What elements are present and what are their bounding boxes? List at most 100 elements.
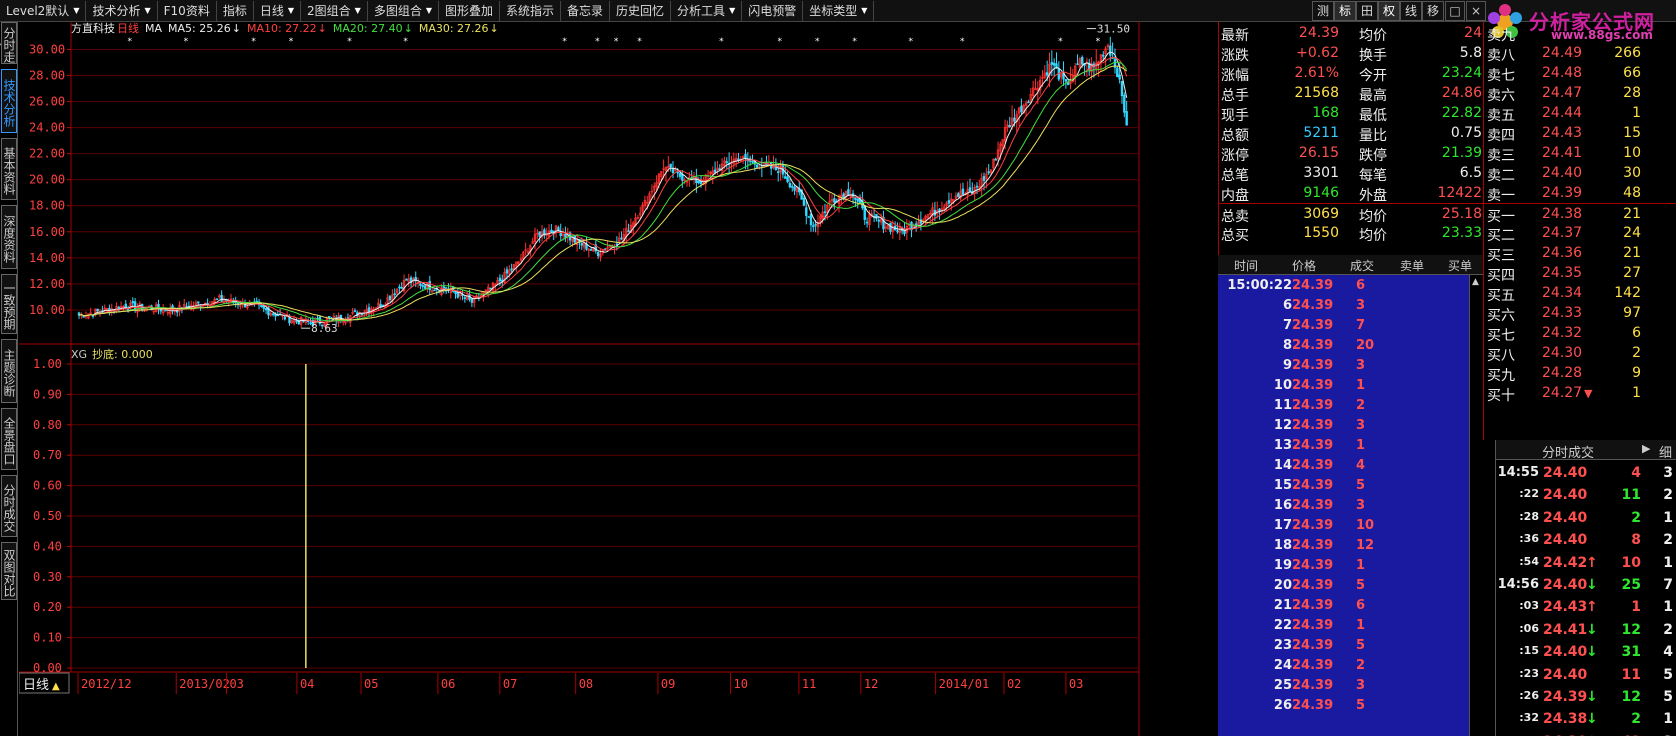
quote-row: 总笔 3301 每笔 6.5 — [1219, 163, 1484, 184]
price-tick-label: 10.00 — [29, 303, 65, 317]
sale-price: 24.40 — [1543, 577, 1588, 593]
tick-time: 15 — [1273, 478, 1292, 493]
dropdown-arrow-icon: ▼ — [354, 5, 361, 15]
menu-item-9[interactable]: 备忘录 — [561, 0, 611, 21]
quote-value-2: 6.5 — [1459, 165, 1482, 181]
book-row[interactable]: 买三 24.36 21 — [1484, 243, 1676, 264]
sale-volume: 31 — [1621, 644, 1641, 661]
left-tab-2[interactable]: 基本资料 — [1, 138, 17, 200]
book-volume: 97 — [1623, 305, 1641, 321]
left-tab-6[interactable]: 全景盘口 — [1, 408, 17, 470]
left-tab-7[interactable]: 分时成交 — [1, 475, 17, 537]
tool-tab-1[interactable]: 标 — [1334, 1, 1356, 21]
book-row[interactable]: 买五 24.34 142 — [1484, 283, 1676, 304]
sale-count: 2 — [1663, 621, 1673, 638]
price-tick-label: 26.00 — [29, 95, 65, 109]
quote-value: 21568 — [1294, 85, 1339, 101]
time-sales-detail-button[interactable]: 细 — [1659, 442, 1672, 461]
book-row[interactable]: 买九 24.28 9 — [1484, 363, 1676, 384]
book-row[interactable]: 买一 24.38 21 — [1484, 203, 1676, 225]
menu-item-13[interactable]: 坐标类型 ▼ — [803, 0, 875, 21]
tool-tab-3[interactable]: 权 — [1378, 1, 1400, 21]
quote-row: 涨跌 +0.62 换手 5.8 — [1219, 43, 1484, 64]
menu-item-2[interactable]: F10资料 — [158, 0, 217, 21]
book-row[interactable]: 卖一 24.39 48 — [1484, 183, 1676, 204]
left-tab-4[interactable]: 一致预期 — [1, 274, 17, 334]
menu-item-5[interactable]: 2图组合 ▼ — [301, 0, 368, 21]
tick-volume: 5 — [1356, 638, 1366, 653]
tick-row: 25 24.39 3 — [1218, 676, 1468, 696]
menu-item-4[interactable]: 日线 ▼ — [254, 0, 302, 21]
book-row[interactable]: 卖五 24.44 1 — [1484, 103, 1676, 124]
period-tab[interactable]: 日线 — [19, 672, 70, 694]
tick-list-panel[interactable]: 时间 价格 成交 卖单 买单 15:00:22 24.39 6 6 24.39 3 7 24.39 7 8… — [1218, 255, 1483, 736]
quote-value: 26.15 — [1298, 145, 1339, 161]
kline-chart-panel[interactable]: 30.00 28.00 26.00 24.00 22.00 20.00 18.00 16.00… — [19, 22, 1218, 736]
signal-star-icon: * — [595, 37, 600, 47]
quote-value: 24.39 — [1298, 25, 1339, 41]
book-row[interactable]: 卖三 24.41 10 — [1484, 143, 1676, 164]
book-row[interactable]: 卖六 24.47 28 — [1484, 83, 1676, 104]
quote-label-2: 均价 — [1359, 28, 1387, 44]
book-row[interactable]: 卖四 24.43 15 — [1484, 123, 1676, 144]
book-price: 24.39 — [1542, 185, 1583, 201]
sale-count: 1 — [1663, 554, 1673, 571]
period-up-icon: ▲ — [52, 681, 60, 692]
indicator-tick-label: 0.90 — [33, 387, 62, 401]
menu-item-10[interactable]: 历史回忆 — [610, 0, 672, 21]
book-row[interactable]: 买八 24.30 2 — [1484, 343, 1676, 364]
left-tab-8[interactable]: 双图对比 — [1, 542, 17, 600]
time-sales-row: :28 24.40 2 1 — [1496, 507, 1676, 529]
tick-list-scrollbar[interactable]: ▲ — [1469, 275, 1483, 736]
kline-chart-svg[interactable]: 30.00 28.00 26.00 24.00 22.00 20.00 18.00 16.00… — [19, 22, 1218, 736]
quote-value: 3069 — [1303, 206, 1339, 222]
time-sales-expand-button[interactable]: ▶ — [1642, 442, 1650, 455]
book-row[interactable]: 卖二 24.40 30 — [1484, 163, 1676, 184]
sale-count: 5 — [1663, 666, 1673, 683]
menu-item-1[interactable]: 技术分析 ▼ — [86, 0, 158, 21]
signal-star-icon: * — [184, 37, 189, 47]
menu-item-3[interactable]: 指标 — [217, 0, 254, 21]
signal-star-icon: * — [1096, 37, 1101, 47]
book-price: 24.49 — [1542, 45, 1583, 61]
tick-time: 24 — [1273, 658, 1292, 673]
menu-item-8[interactable]: 系统指示 — [500, 0, 562, 21]
quote-label-2: 今开 — [1359, 68, 1387, 84]
tool-tab-0[interactable]: 测 — [1312, 1, 1334, 21]
menu-item-11[interactable]: 分析工具 ▼ — [671, 0, 743, 21]
book-row[interactable]: 卖七 24.48 66 — [1484, 63, 1676, 84]
book-row[interactable]: 买四 24.35 27 — [1484, 263, 1676, 284]
menu-item-6[interactable]: 多图组合 ▼ — [368, 0, 439, 21]
book-row[interactable]: 买六 24.33 97 — [1484, 303, 1676, 324]
sale-time: :23 — [1519, 666, 1539, 680]
scroll-up-icon[interactable]: ▲ — [1472, 277, 1479, 287]
sale-time: :22 — [1519, 487, 1539, 501]
book-row[interactable]: 卖八 24.49 266 — [1484, 43, 1676, 64]
sale-volume: 2 — [1631, 711, 1641, 728]
left-tab-5[interactable]: 主题诊断 — [1, 339, 17, 403]
left-tab-1[interactable]: 技术分析 — [1, 69, 17, 133]
tool-tab-5[interactable]: 移 — [1422, 1, 1444, 21]
menu-item-12[interactable]: 闪电预警 — [742, 0, 804, 21]
left-tab-0[interactable]: 分时走势 — [0, 22, 17, 64]
menu-item-0[interactable]: Level2默认 ▼ — [0, 0, 87, 21]
book-row[interactable]: 买二 24.37 24 — [1484, 223, 1676, 244]
signal-star-icon: * — [852, 37, 857, 47]
left-tab-3[interactable]: 深度资料 — [1, 205, 17, 269]
time-sales-row: :22 24.40 11 2 — [1496, 484, 1676, 506]
indicator-tick-label: 0.80 — [33, 418, 62, 432]
book-row[interactable]: 买七 24.32 6 — [1484, 323, 1676, 344]
quote-row: 总手 21568 最高 24.86 — [1219, 83, 1484, 104]
tick-price: 24.39 — [1292, 478, 1334, 493]
tool-tab-2[interactable]: 田 — [1356, 1, 1378, 21]
quote-label: 内盘 — [1221, 188, 1249, 204]
menu-item-7[interactable]: 图形叠加 — [439, 0, 500, 21]
tool-tab-4[interactable]: 线 — [1400, 1, 1422, 21]
quote-value-2: 23.33 — [1441, 225, 1482, 241]
time-sales-panel[interactable]: 分时成交 ▶ 细 14:55 24.40 4 3:22 24.40 11 2:28 24.40… — [1495, 440, 1676, 736]
maximize-icon[interactable]: □ — [1445, 1, 1465, 21]
book-row[interactable]: 卖九 — [1484, 23, 1676, 44]
tick-time: 20 — [1273, 578, 1292, 593]
sale-volume: 11 — [1621, 487, 1641, 504]
book-row[interactable]: 买十 24.27 ▼ 1 — [1484, 383, 1676, 404]
